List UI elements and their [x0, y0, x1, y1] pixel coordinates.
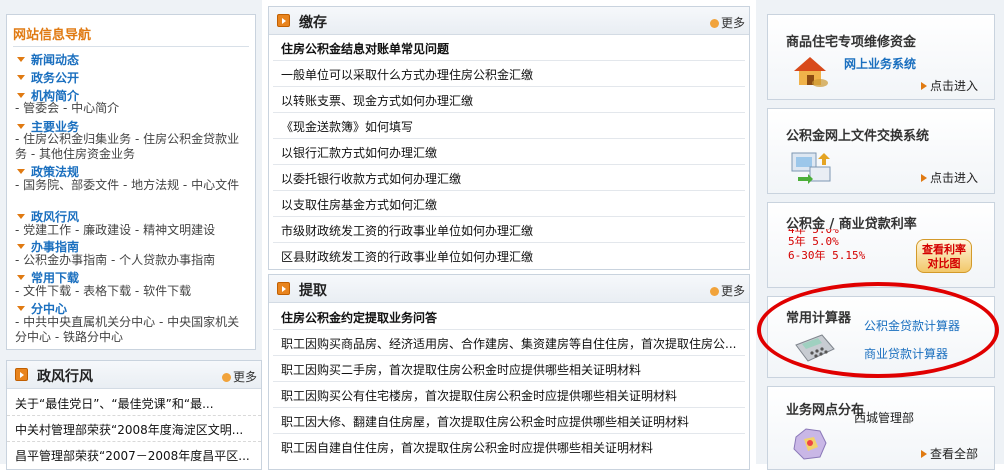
rate-line: 5年 5.0% — [788, 235, 839, 248]
nav-section-news[interactable]: 新闻动态 — [17, 51, 79, 68]
withdraw-item[interactable]: 职工因大修、翻建自住房屋，首次提取住房公积金时应提供哪些相关证明材料 — [281, 413, 741, 430]
divider — [273, 164, 745, 165]
play-square-icon — [277, 282, 290, 295]
calculator-box: 常用计算器 公积金贷款计算器 商业贷款计算器 — [767, 296, 995, 378]
commercial-loan-calculator-link[interactable]: 商业贷款计算器 — [864, 345, 948, 362]
maintenance-system-link[interactable]: 网上业务系统 — [844, 55, 916, 72]
divider — [7, 415, 261, 416]
loan-rates-box: 公积金 / 商业贷款利率 4年 5.0% 5年 5.0% 6-30年 5.15%… — [767, 202, 995, 288]
outlets-title: 业务网点分布 — [786, 403, 865, 418]
file-exchange-title: 公积金网上文件交换系统 — [786, 129, 930, 144]
divider — [273, 86, 745, 87]
calculator-title: 常用计算器 — [786, 311, 852, 326]
play-square-icon — [277, 14, 290, 27]
nav-links-download[interactable]: - 文件下载 - 表格下载 - 软件下载 — [15, 284, 251, 299]
payment-title: 缴存 — [299, 15, 327, 31]
house-icon — [794, 57, 828, 87]
divider — [273, 112, 745, 113]
divider — [273, 60, 745, 61]
nav-links-guide[interactable]: - 公积金办事指南 - 个人贷款办事指南 — [15, 253, 251, 268]
divider — [273, 381, 745, 382]
payment-item[interactable]: 以委托银行收款方式如何办理汇缴 — [281, 170, 741, 187]
ethics-news-title: 政风行风 — [37, 369, 93, 385]
news-item[interactable]: 中关村管理部荣获“2008年度海淀区文明... — [15, 421, 255, 438]
arrow-right-icon — [920, 174, 927, 182]
file-exchange-enter-link[interactable]: 点击进入 — [920, 169, 978, 186]
chevron-down-icon — [17, 124, 25, 129]
withdraw-item[interactable]: 职工因购买公有住宅楼房，首次提取住房公积金时应提供哪些相关证明材料 — [281, 387, 741, 404]
withdraw-header: 提取 更多 — [269, 275, 749, 303]
payment-more-link[interactable]: 更多 — [709, 14, 745, 31]
chevron-down-icon — [17, 306, 25, 311]
ethics-news-header: 政风行风 更多 — [7, 361, 261, 389]
divider — [273, 138, 745, 139]
maintenance-enter-link[interactable]: 点击进入 — [920, 77, 978, 94]
compare-rates-button[interactable]: 查看利率对比图 — [916, 239, 972, 273]
map-icon — [793, 428, 827, 460]
outlets-box: 业务网点分布 西城管理部 查看全部 — [767, 386, 995, 470]
more-icon — [709, 287, 719, 296]
more-icon — [709, 19, 719, 28]
computer-exchange-icon — [791, 152, 831, 184]
withdraw-box: 提取 更多 住房公积金约定提取业务问答 职工因购买商品房、经济适用房、合作建房、… — [268, 274, 750, 470]
nav-divider — [13, 46, 249, 47]
nav-title: 网站信息导航 — [13, 28, 92, 43]
rate-lines: 4年 5.0% 5年 5.0% 6-30年 5.15% — [788, 229, 865, 263]
arrow-right-icon — [920, 82, 927, 90]
divider — [273, 242, 745, 243]
payment-item[interactable]: 市级财政统发工资的行政事业单位如何办理汇缴 — [281, 222, 741, 239]
payment-item[interactable]: 《现金送款簿》如何填写 — [281, 118, 741, 135]
withdraw-item[interactable]: 职工因购买商品房、经济适用房、合作建房、集资建房等自住住房，首次提取住房公... — [281, 335, 741, 352]
divider — [273, 407, 745, 408]
more-icon — [221, 373, 231, 382]
arrow-right-icon — [920, 450, 927, 458]
payment-item[interactable]: 以转账支票、现金方式如何办理汇缴 — [281, 92, 741, 109]
payment-item[interactable]: 以银行汇款方式如何办理汇缴 — [281, 144, 741, 161]
divider — [273, 190, 745, 191]
chevron-down-icon — [17, 169, 25, 174]
file-exchange-box[interactable]: 公积金网上文件交换系统 点击进入 — [767, 108, 995, 194]
withdraw-more-link[interactable]: 更多 — [709, 282, 745, 299]
maintenance-fund-box[interactable]: 商品住宅专项维修资金 网上业务系统 点击进入 — [767, 14, 995, 100]
nav-links-ethics[interactable]: - 党建工作 - 廉政建设 - 精神文明建设 — [15, 223, 251, 238]
payment-item[interactable]: 以支取住房基金方式如何汇缴 — [281, 196, 741, 213]
nav-links-policy[interactable]: - 国务院、部委文件 - 地方法规 - 中心文件 — [15, 178, 251, 193]
nav-section-gov[interactable]: 政务公开 — [17, 69, 79, 86]
withdraw-title: 提取 — [299, 283, 327, 299]
withdraw-item[interactable]: 住房公积金约定提取业务问答 — [281, 309, 741, 326]
outlet-name[interactable]: 西城管理部 — [854, 409, 914, 426]
payment-item[interactable]: 住房公积金结息对账单常见问题 — [281, 40, 741, 57]
chevron-down-icon — [17, 244, 25, 249]
provident-fund-calculator-link[interactable]: 公积金贷款计算器 — [864, 317, 960, 334]
chevron-down-icon — [17, 57, 25, 62]
payment-header: 缴存 更多 — [269, 7, 749, 35]
site-navigation-box: 网站信息导航 新闻动态 政务公开 机构简介 - 管委会 - 中心简介 主要业务 … — [6, 14, 256, 350]
chevron-down-icon — [17, 275, 25, 280]
rate-line: 6-30年 5.15% — [788, 249, 866, 262]
nav-links-branch[interactable]: - 中共中央直属机关分中心 - 中央国家机关分中心 - 铁路分中心 — [15, 315, 251, 345]
outlets-view-all-link[interactable]: 查看全部 — [920, 445, 978, 462]
divider — [273, 329, 745, 330]
payment-item[interactable]: 区县财政统发工资的行政事业单位如何办理汇缴 — [281, 248, 741, 265]
maintenance-fund-title: 商品住宅专项维修资金 — [786, 35, 917, 50]
withdraw-item[interactable]: 职工因购买二手房，首次提取住房公积金时应提供哪些相关证明材料 — [281, 361, 741, 378]
divider — [273, 216, 745, 217]
chevron-down-icon — [17, 214, 25, 219]
divider — [273, 355, 745, 356]
chevron-down-icon — [17, 93, 25, 98]
withdraw-item[interactable]: 职工因自建自住住房，首次提取住房公积金时应提供哪些相关证明材料 — [281, 439, 741, 456]
divider — [7, 441, 261, 442]
play-square-icon — [15, 368, 28, 381]
divider — [273, 433, 745, 434]
payment-box: 缴存 更多 住房公积金结息对账单常见问题 一般单位可以采取什么方式办理住房公积金… — [268, 6, 750, 270]
ethics-news-box: 政风行风 更多 关于“最佳党日”、“最佳党课”和“最... 中关村管理部荣获“2… — [6, 360, 262, 470]
ethics-more-link[interactable]: 更多 — [221, 368, 257, 385]
payment-item[interactable]: 一般单位可以采取什么方式办理住房公积金汇缴 — [281, 66, 741, 83]
nav-links-business[interactable]: - 住房公积金归集业务 - 住房公积金贷款业务 - 其他住房资金业务 — [15, 132, 251, 162]
calculator-icon — [795, 334, 835, 362]
news-item[interactable]: 关于“最佳党日”、“最佳党课”和“最... — [15, 395, 255, 412]
chevron-down-icon — [17, 75, 25, 80]
news-item[interactable]: 昌平管理部荣获“2007－2008年度昌平区... — [15, 447, 255, 464]
nav-links-org[interactable]: - 管委会 - 中心简介 — [15, 101, 251, 116]
